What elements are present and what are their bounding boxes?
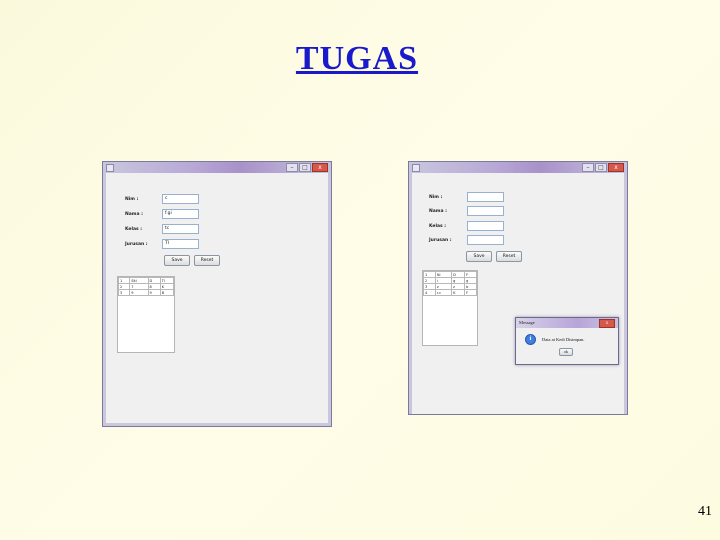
- kelas-label: Kelas :: [429, 224, 447, 229]
- data-table[interactable]: 1 Ni D F 2 i g g 3 z z b 4 r.c K F: [422, 270, 478, 346]
- slide-title: TUGAS: [295, 40, 419, 77]
- save-button[interactable]: Save: [466, 251, 492, 262]
- table-cell: F: [464, 289, 477, 296]
- nama-field[interactable]: f.gi: [162, 209, 199, 219]
- nama-label: Nama :: [429, 209, 447, 214]
- left-app-window: – □ x Nim : Nama : Kelas : Jurusan : c f…: [102, 161, 332, 427]
- table-row[interactable]: 3 9 9 B: [117, 289, 175, 296]
- app-icon: [412, 164, 420, 172]
- save-button[interactable]: Save: [164, 255, 190, 266]
- table-row[interactable]: 4 r.c K F: [423, 289, 477, 296]
- close-button[interactable]: x: [608, 163, 624, 172]
- window-frame: [328, 173, 331, 426]
- window-frame: [103, 423, 331, 426]
- nama-label: Nama :: [125, 212, 143, 217]
- nama-field[interactable]: [467, 206, 504, 216]
- table-cell: 9: [129, 289, 149, 296]
- minimize-button[interactable]: –: [582, 163, 594, 172]
- jurusan-label: Jurusan :: [429, 238, 452, 243]
- kelas-field[interactable]: [467, 221, 504, 231]
- message-dialog: Message x i Data at Kedi Disimpan. ok: [515, 317, 619, 365]
- window-frame: [103, 173, 106, 426]
- table-cell: r.c: [434, 289, 453, 296]
- jurusan-label: Jurusan :: [125, 242, 148, 247]
- nim-field[interactable]: c: [162, 194, 199, 204]
- table-cell: K: [451, 289, 466, 296]
- reset-button[interactable]: Reset: [194, 255, 220, 266]
- dialog-close-button[interactable]: x: [599, 319, 615, 328]
- close-button[interactable]: x: [312, 163, 328, 172]
- window-frame: [624, 173, 627, 414]
- jurusan-field[interactable]: TI: [162, 239, 199, 249]
- jurusan-field[interactable]: [467, 235, 504, 245]
- maximize-button[interactable]: □: [595, 163, 607, 172]
- kelas-label: Kelas :: [125, 227, 143, 232]
- data-table[interactable]: 1 Siti D TI 2 7 8 K 3 9 9 B: [117, 276, 175, 353]
- window-titlebar[interactable]: – □ x: [103, 162, 331, 173]
- right-app-window: – □ x Nim : Nama : Kelas : Jurusan : Sav…: [408, 161, 628, 415]
- nim-field[interactable]: [467, 192, 504, 202]
- info-icon: i: [525, 334, 536, 345]
- nim-label: Nim :: [125, 197, 139, 202]
- minimize-button[interactable]: –: [286, 163, 298, 172]
- nim-label: Nim :: [429, 195, 443, 200]
- table-cell: B: [159, 289, 175, 296]
- kelas-field[interactable]: tc: [162, 224, 199, 234]
- ok-button[interactable]: ok: [559, 348, 573, 356]
- maximize-button[interactable]: □: [299, 163, 311, 172]
- app-icon: [106, 164, 114, 172]
- window-titlebar[interactable]: – □ x: [409, 162, 627, 173]
- table-cell: 9: [147, 289, 161, 296]
- dialog-message: Data at Kedi Disimpan.: [542, 337, 585, 342]
- window-frame: [409, 173, 412, 414]
- reset-button[interactable]: Reset: [496, 251, 522, 262]
- page-number: 41: [698, 504, 712, 519]
- table-cell: 3: [117, 289, 131, 296]
- table-cell: 4: [423, 289, 436, 296]
